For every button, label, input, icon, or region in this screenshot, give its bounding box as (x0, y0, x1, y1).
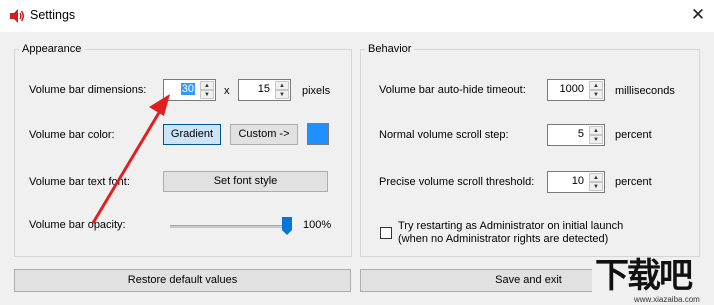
title-bar (0, 0, 714, 32)
times-label: x (224, 85, 230, 97)
threshold-increment-icon[interactable]: ▲ (589, 173, 603, 182)
gradient-button[interactable]: Gradient (163, 124, 221, 145)
opacity-value: 100% (303, 219, 332, 231)
dimensions-label: Volume bar dimensions: (29, 84, 147, 96)
color-swatch[interactable] (307, 123, 329, 145)
watermark-logo: 下载吧 (595, 256, 693, 296)
opacity-label: Volume bar opacity: (29, 219, 126, 231)
height-spinbox[interactable]: 15 ▲ ▼ (238, 79, 291, 101)
restore-defaults-button[interactable]: Restore default values (14, 269, 351, 292)
width-increment-icon[interactable]: ▲ (200, 81, 214, 90)
timeout-increment-icon[interactable]: ▲ (589, 81, 603, 90)
width-spinbox[interactable]: 30 ▲ ▼ (163, 79, 216, 101)
threshold-spinbox[interactable]: 10 ▲ ▼ (547, 171, 605, 193)
watermark-url: www.xiazaiba.com (634, 295, 700, 304)
opacity-slider-track[interactable] (170, 225, 292, 228)
timeout-spinbox[interactable]: 1000 ▲ ▼ (547, 79, 605, 101)
color-label: Volume bar color: (29, 129, 115, 141)
step-value: 5 (577, 128, 584, 140)
step-increment-icon[interactable]: ▲ (589, 126, 603, 135)
appearance-group-title: Appearance (19, 43, 85, 55)
threshold-value: 10 (571, 175, 584, 187)
opacity-slider-thumb[interactable] (282, 217, 292, 235)
admin-restart-label-line1: Try restarting as Administrator on initi… (398, 220, 624, 232)
width-value: 30 (180, 83, 195, 95)
threshold-label: Precise volume scroll threshold: (379, 176, 535, 188)
close-icon[interactable]: ✕ (688, 5, 708, 25)
height-decrement-icon[interactable]: ▼ (275, 90, 289, 99)
width-decrement-icon[interactable]: ▼ (200, 90, 214, 99)
height-increment-icon[interactable]: ▲ (275, 81, 289, 90)
milliseconds-label: milliseconds (615, 85, 675, 97)
step-percent-label: percent (615, 129, 652, 141)
watermark: 下载吧 www.xiazaiba.com (592, 256, 714, 305)
font-label: Volume bar text font: (29, 176, 130, 188)
admin-restart-label-line2: (when no Administrator rights are detect… (398, 233, 609, 245)
timeout-label: Volume bar auto-hide timeout: (379, 84, 526, 96)
step-label: Normal volume scroll step: (379, 129, 509, 141)
step-spinbox[interactable]: 5 ▲ ▼ (547, 124, 605, 146)
admin-restart-checkbox[interactable] (380, 227, 392, 239)
behavior-group-title: Behavior (365, 43, 415, 55)
step-decrement-icon[interactable]: ▼ (589, 135, 603, 144)
pixels-label: pixels (302, 85, 331, 97)
speaker-icon (10, 9, 24, 23)
height-value: 15 (257, 83, 270, 95)
set-font-style-button[interactable]: Set font style (163, 171, 328, 192)
timeout-value: 1000 (559, 83, 584, 95)
threshold-percent-label: percent (615, 176, 652, 188)
custom-color-button[interactable]: Custom -> (230, 124, 298, 145)
timeout-decrement-icon[interactable]: ▼ (589, 90, 603, 99)
threshold-decrement-icon[interactable]: ▼ (589, 182, 603, 191)
window-title: Settings (30, 8, 76, 22)
